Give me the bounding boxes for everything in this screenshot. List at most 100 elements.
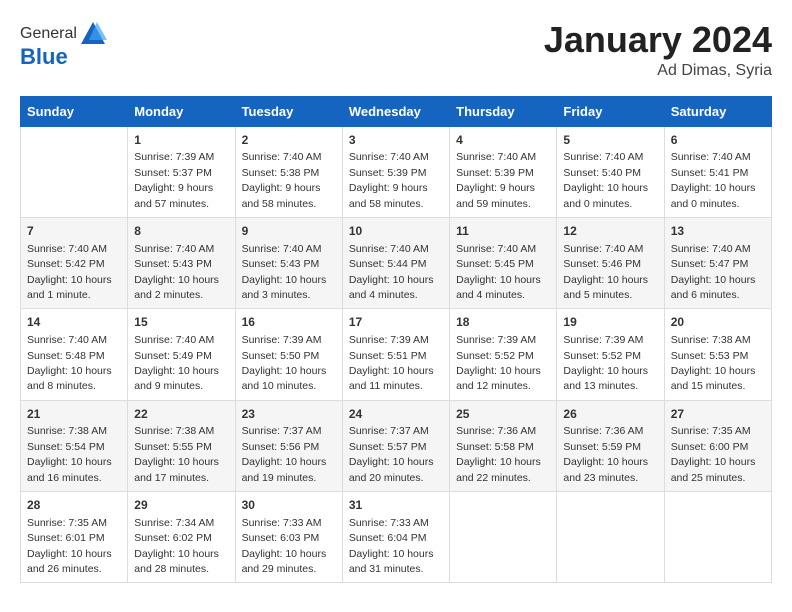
- week-row-2: 7 Sunrise: 7:40 AM Sunset: 5:42 PM Daylig…: [21, 217, 772, 308]
- day-cell: 26 Sunrise: 7:36 AM Sunset: 5:59 PM Dayli…: [557, 400, 664, 491]
- day-info: Sunrise: 7:37 AM Sunset: 5:57 PM Dayligh…: [349, 425, 434, 483]
- day-number: 11: [456, 223, 550, 240]
- day-cell: [557, 492, 664, 583]
- day-number: 26: [563, 406, 657, 423]
- day-info: Sunrise: 7:40 AM Sunset: 5:46 PM Dayligh…: [563, 243, 648, 301]
- day-number: 29: [134, 497, 228, 514]
- day-number: 15: [134, 314, 228, 331]
- day-cell: 30 Sunrise: 7:33 AM Sunset: 6:03 PM Dayli…: [235, 492, 342, 583]
- day-cell: [664, 492, 771, 583]
- day-number: 25: [456, 406, 550, 423]
- day-info: Sunrise: 7:40 AM Sunset: 5:40 PM Dayligh…: [563, 151, 648, 209]
- day-cell: 4 Sunrise: 7:40 AM Sunset: 5:39 PM Daylig…: [450, 126, 557, 217]
- week-row-5: 28 Sunrise: 7:35 AM Sunset: 6:01 PM Dayli…: [21, 492, 772, 583]
- day-number: 27: [671, 406, 765, 423]
- day-info: Sunrise: 7:39 AM Sunset: 5:52 PM Dayligh…: [563, 334, 648, 392]
- day-number: 21: [27, 406, 121, 423]
- day-info: Sunrise: 7:40 AM Sunset: 5:45 PM Dayligh…: [456, 243, 541, 301]
- day-number: 20: [671, 314, 765, 331]
- day-number: 9: [242, 223, 336, 240]
- day-number: 16: [242, 314, 336, 331]
- day-info: Sunrise: 7:33 AM Sunset: 6:04 PM Dayligh…: [349, 517, 434, 575]
- day-cell: 25 Sunrise: 7:36 AM Sunset: 5:58 PM Dayli…: [450, 400, 557, 491]
- day-number: 12: [563, 223, 657, 240]
- day-info: Sunrise: 7:40 AM Sunset: 5:39 PM Dayligh…: [456, 151, 536, 209]
- day-number: 5: [563, 132, 657, 149]
- day-number: 6: [671, 132, 765, 149]
- day-cell: [21, 126, 128, 217]
- day-number: 7: [27, 223, 121, 240]
- day-cell: 21 Sunrise: 7:38 AM Sunset: 5:54 PM Dayli…: [21, 400, 128, 491]
- weekday-header-tuesday: Tuesday: [235, 96, 342, 126]
- day-cell: 20 Sunrise: 7:38 AM Sunset: 5:53 PM Dayli…: [664, 309, 771, 400]
- day-info: Sunrise: 7:40 AM Sunset: 5:43 PM Dayligh…: [134, 243, 219, 301]
- week-row-1: 1 Sunrise: 7:39 AM Sunset: 5:37 PM Daylig…: [21, 126, 772, 217]
- day-cell: 1 Sunrise: 7:39 AM Sunset: 5:37 PM Daylig…: [128, 126, 235, 217]
- day-info: Sunrise: 7:35 AM Sunset: 6:01 PM Dayligh…: [27, 517, 112, 575]
- day-cell: 17 Sunrise: 7:39 AM Sunset: 5:51 PM Dayli…: [342, 309, 449, 400]
- day-cell: 11 Sunrise: 7:40 AM Sunset: 5:45 PM Dayli…: [450, 217, 557, 308]
- day-cell: 2Sunrise: 7:40 AM Sunset: 5:38 PM Daylig…: [235, 126, 342, 217]
- day-cell: 15 Sunrise: 7:40 AM Sunset: 5:49 PM Dayli…: [128, 309, 235, 400]
- day-number: 2: [242, 132, 336, 149]
- day-cell: 7 Sunrise: 7:40 AM Sunset: 5:42 PM Daylig…: [21, 217, 128, 308]
- day-cell: 3Sunrise: 7:40 AM Sunset: 5:39 PM Daylig…: [342, 126, 449, 217]
- day-info: Sunrise: 7:40 AM Sunset: 5:39 PM Dayligh…: [349, 151, 429, 209]
- day-number: 24: [349, 406, 443, 423]
- weekday-header-friday: Friday: [557, 96, 664, 126]
- day-cell: 16 Sunrise: 7:39 AM Sunset: 5:50 PM Dayli…: [235, 309, 342, 400]
- day-cell: 9Sunrise: 7:40 AM Sunset: 5:43 PM Daylig…: [235, 217, 342, 308]
- day-info: Sunrise: 7:39 AM Sunset: 5:52 PM Dayligh…: [456, 334, 541, 392]
- day-number: 10: [349, 223, 443, 240]
- day-info: Sunrise: 7:35 AM Sunset: 6:00 PM Dayligh…: [671, 425, 756, 483]
- day-info: Sunrise: 7:33 AM Sunset: 6:03 PM Dayligh…: [242, 517, 327, 575]
- weekday-header-row: SundayMondayTuesdayWednesdayThursdayFrid…: [21, 96, 772, 126]
- day-cell: 22 Sunrise: 7:38 AM Sunset: 5:55 PM Dayli…: [128, 400, 235, 491]
- day-number: 23: [242, 406, 336, 423]
- day-number: 13: [671, 223, 765, 240]
- day-info: Sunrise: 7:40 AM Sunset: 5:49 PM Dayligh…: [134, 334, 219, 392]
- weekday-header-sunday: Sunday: [21, 96, 128, 126]
- day-info: Sunrise: 7:40 AM Sunset: 5:48 PM Dayligh…: [27, 334, 112, 392]
- day-number: 30: [242, 497, 336, 514]
- week-row-3: 14 Sunrise: 7:40 AM Sunset: 5:48 PM Dayli…: [21, 309, 772, 400]
- day-cell: 19Sunrise: 7:39 AM Sunset: 5:52 PM Dayli…: [557, 309, 664, 400]
- day-cell: 24 Sunrise: 7:37 AM Sunset: 5:57 PM Dayli…: [342, 400, 449, 491]
- week-row-4: 21 Sunrise: 7:38 AM Sunset: 5:54 PM Dayli…: [21, 400, 772, 491]
- day-info: Sunrise: 7:39 AM Sunset: 5:37 PM Dayligh…: [134, 151, 214, 209]
- weekday-header-monday: Monday: [128, 96, 235, 126]
- day-cell: 31 Sunrise: 7:33 AM Sunset: 6:04 PM Dayli…: [342, 492, 449, 583]
- day-info: Sunrise: 7:38 AM Sunset: 5:54 PM Dayligh…: [27, 425, 112, 483]
- day-info: Sunrise: 7:40 AM Sunset: 5:42 PM Dayligh…: [27, 243, 112, 301]
- day-info: Sunrise: 7:34 AM Sunset: 6:02 PM Dayligh…: [134, 517, 219, 575]
- day-number: 8: [134, 223, 228, 240]
- day-info: Sunrise: 7:39 AM Sunset: 5:50 PM Dayligh…: [242, 334, 327, 392]
- day-cell: 14 Sunrise: 7:40 AM Sunset: 5:48 PM Dayli…: [21, 309, 128, 400]
- day-cell: 28 Sunrise: 7:35 AM Sunset: 6:01 PM Dayli…: [21, 492, 128, 583]
- logo-icon: [79, 20, 107, 48]
- weekday-header-wednesday: Wednesday: [342, 96, 449, 126]
- logo-general-text: General: [20, 25, 77, 43]
- day-number: 18: [456, 314, 550, 331]
- day-number: 17: [349, 314, 443, 331]
- day-cell: 8 Sunrise: 7:40 AM Sunset: 5:43 PM Daylig…: [128, 217, 235, 308]
- logo: General Blue: [20, 20, 107, 70]
- day-info: Sunrise: 7:36 AM Sunset: 5:58 PM Dayligh…: [456, 425, 541, 483]
- day-info: Sunrise: 7:38 AM Sunset: 5:53 PM Dayligh…: [671, 334, 756, 392]
- day-info: Sunrise: 7:39 AM Sunset: 5:51 PM Dayligh…: [349, 334, 434, 392]
- calendar-title: January 2024: [544, 20, 772, 60]
- calendar-table: SundayMondayTuesdayWednesdayThursdayFrid…: [20, 96, 772, 584]
- day-number: 31: [349, 497, 443, 514]
- day-info: Sunrise: 7:40 AM Sunset: 5:47 PM Dayligh…: [671, 243, 756, 301]
- day-cell: 6Sunrise: 7:40 AM Sunset: 5:41 PM Daylig…: [664, 126, 771, 217]
- weekday-header-thursday: Thursday: [450, 96, 557, 126]
- day-number: 14: [27, 314, 121, 331]
- day-number: 28: [27, 497, 121, 514]
- day-number: 1: [134, 132, 228, 149]
- day-number: 22: [134, 406, 228, 423]
- day-cell: [450, 492, 557, 583]
- day-info: Sunrise: 7:38 AM Sunset: 5:55 PM Dayligh…: [134, 425, 219, 483]
- day-info: Sunrise: 7:36 AM Sunset: 5:59 PM Dayligh…: [563, 425, 648, 483]
- weekday-header-saturday: Saturday: [664, 96, 771, 126]
- day-number: 4: [456, 132, 550, 149]
